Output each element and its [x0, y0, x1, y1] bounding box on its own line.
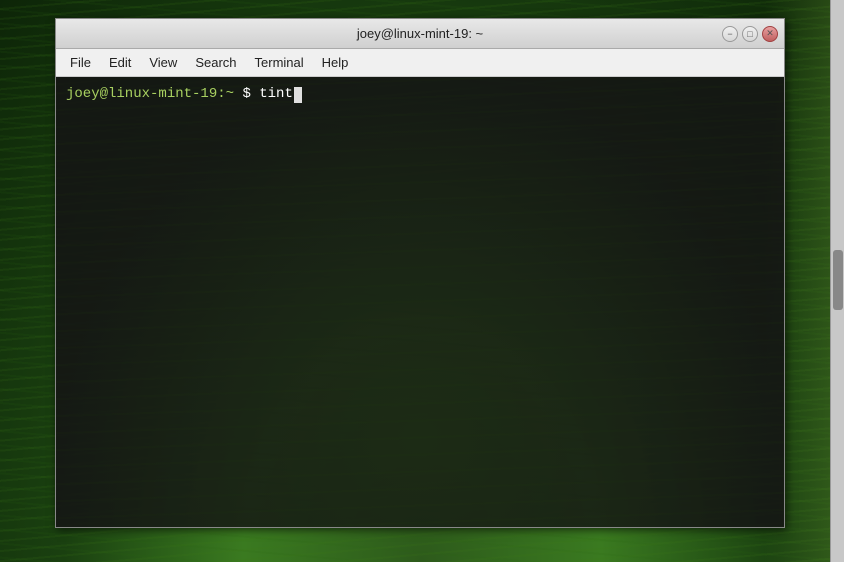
minimize-button[interactable]: −: [722, 26, 738, 42]
window-controls: − □ ✕: [722, 26, 778, 42]
terminal-window: joey@linux-mint-19: ~ − □ ✕ File Edit Vi…: [55, 18, 785, 528]
terminal-cursor: [294, 87, 302, 103]
close-button[interactable]: ✕: [762, 26, 778, 42]
menu-item-terminal[interactable]: Terminal: [247, 52, 312, 73]
terminal-prompt-symbol: $: [234, 85, 259, 105]
menu-item-file[interactable]: File: [62, 52, 99, 73]
menu-item-help[interactable]: Help: [314, 52, 357, 73]
menu-bar: File Edit View Search Terminal Help: [56, 49, 784, 77]
terminal-bg-effect: [56, 77, 784, 527]
terminal-command-line: joey@linux-mint-19:~ $ tint: [66, 85, 774, 105]
menu-item-edit[interactable]: Edit: [101, 52, 139, 73]
menu-item-search[interactable]: Search: [187, 52, 244, 73]
title-bar: joey@linux-mint-19: ~ − □ ✕: [56, 19, 784, 49]
close-icon: ✕: [766, 28, 774, 39]
maximize-icon: □: [747, 29, 752, 39]
desktop-scrollbar[interactable]: [830, 0, 844, 562]
minimize-icon: −: [727, 29, 732, 39]
window-title: joey@linux-mint-19: ~: [357, 26, 483, 41]
terminal-prompt-user: joey@linux-mint-19:~: [66, 85, 234, 105]
menu-item-view[interactable]: View: [141, 52, 185, 73]
maximize-button[interactable]: □: [742, 26, 758, 42]
terminal-content[interactable]: joey@linux-mint-19:~ $ tint: [56, 77, 784, 527]
terminal-command-text: tint: [259, 85, 293, 105]
desktop-scrollbar-thumb[interactable]: [833, 250, 843, 310]
